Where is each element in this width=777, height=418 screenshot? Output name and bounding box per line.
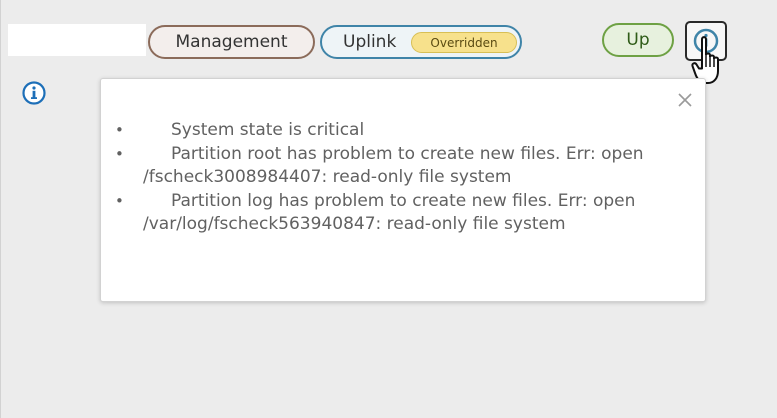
status-message-list: System state is critical Partition root …: [115, 119, 673, 237]
management-tag: Management: [148, 25, 315, 59]
overridden-badge: Overridden: [411, 32, 517, 53]
status-up-badge: Up: [602, 23, 674, 57]
info-circle-icon[interactable]: [21, 80, 47, 106]
uplink-tag: Uplink Overridden: [320, 25, 522, 59]
status-message: Partition log has problem to create new …: [115, 190, 673, 237]
management-tag-label: Management: [175, 32, 288, 52]
status-message: System state is critical: [115, 119, 673, 143]
page: Management Uplink Overridden Up System s…: [0, 0, 777, 418]
name-field: [8, 24, 146, 56]
status-message: Partition root has problem to create new…: [115, 143, 673, 190]
uplink-tag-label: Uplink: [343, 32, 397, 52]
close-icon[interactable]: [676, 91, 694, 109]
left-divider: [0, 0, 1, 418]
status-up-label: Up: [626, 30, 650, 50]
status-popover: System state is critical Partition root …: [100, 78, 706, 302]
